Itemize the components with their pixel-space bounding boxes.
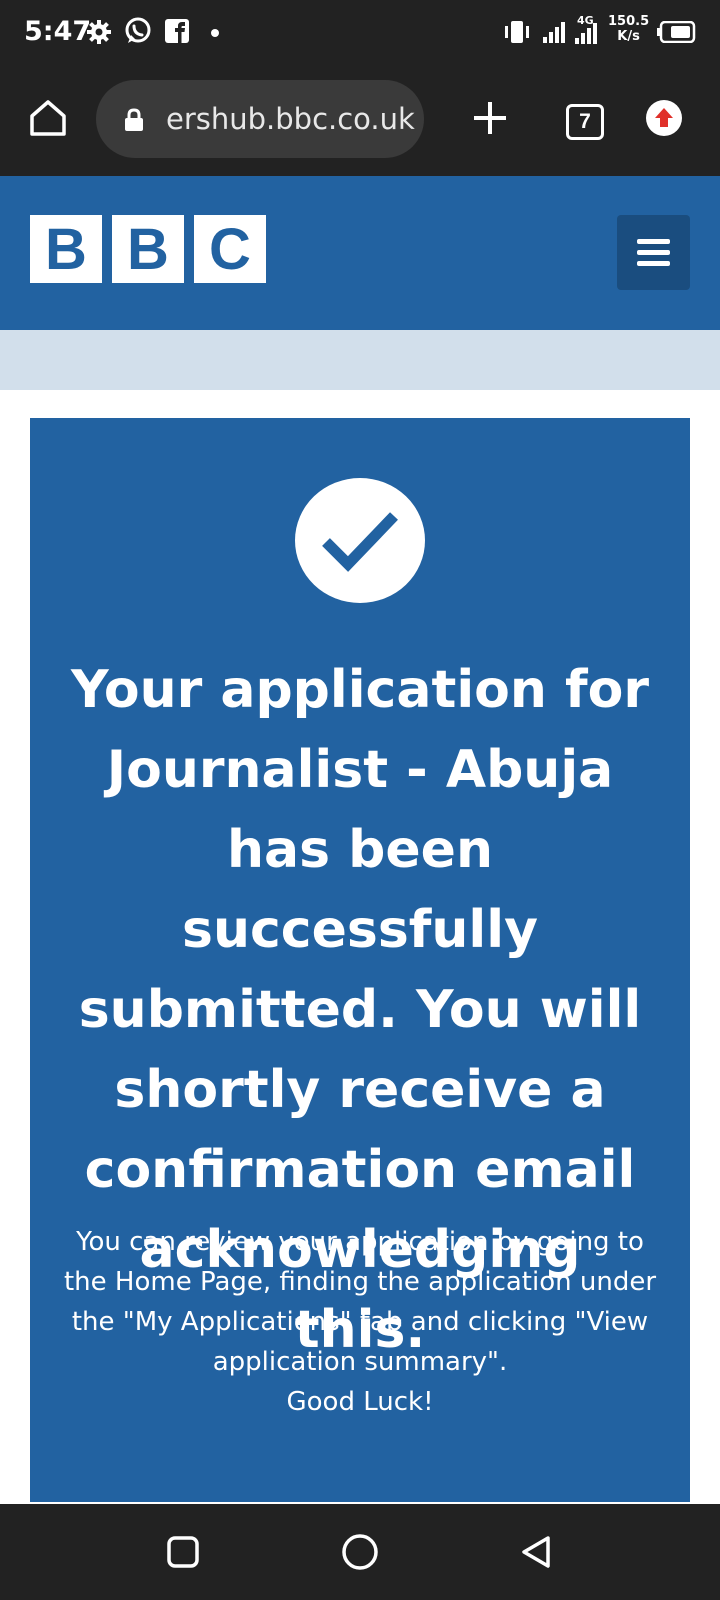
home-circle-icon[interactable] <box>340 1532 380 1572</box>
confirmation-instructions: You can review your application by going… <box>63 1227 657 1377</box>
home-icon[interactable] <box>26 96 70 140</box>
back-triangle-icon[interactable] <box>516 1532 556 1572</box>
logo-letter: B <box>30 215 102 283</box>
signal-4g-icon: 4G <box>575 14 597 44</box>
network-speed: 150.5 K/s <box>608 14 649 44</box>
lock-icon <box>125 108 143 131</box>
sub-navigation-band <box>0 330 720 390</box>
confirmation-panel: Your application for Journalist - Abuja … <box>30 418 690 1502</box>
signal-icon <box>543 22 565 43</box>
battery-icon <box>657 21 696 43</box>
browser-toolbar: ershub.bbc.co.uk 7 <box>0 66 720 176</box>
network-label: 4G <box>577 14 594 27</box>
site-header: B B C <box>0 176 720 330</box>
network-speed-value: 150.5 <box>608 14 650 29</box>
url-text[interactable]: ershub.bbc.co.uk <box>166 102 415 136</box>
whatsapp-icon <box>125 17 151 43</box>
facebook-icon <box>165 19 189 43</box>
status-bar: 5:47 4G 150.5 K/s <box>0 0 720 66</box>
update-icon <box>655 108 673 127</box>
status-time: 5:47 <box>24 16 92 47</box>
confirmation-message: You can review your application by going… <box>60 1222 660 1422</box>
system-navigation-bar <box>0 1504 720 1600</box>
logo-letter: B <box>112 215 184 283</box>
logo-letter: C <box>194 215 266 283</box>
bbc-logo[interactable]: B B C <box>30 215 266 283</box>
success-badge <box>295 478 425 603</box>
network-speed-unit: K/s <box>617 29 640 44</box>
recents-square-icon[interactable] <box>163 1532 203 1572</box>
plus-icon[interactable] <box>470 98 510 138</box>
dot-icon <box>211 29 219 37</box>
vibrate-icon <box>505 21 529 43</box>
confirmation-sign-off: Good Luck! <box>286 1387 434 1417</box>
address-bar[interactable]: ershub.bbc.co.uk <box>96 80 424 158</box>
gear-icon <box>87 20 111 44</box>
checkmark-icon <box>322 512 398 572</box>
update-button[interactable] <box>646 100 682 136</box>
menu-button[interactable] <box>617 215 690 290</box>
tab-count-button[interactable]: 7 <box>566 104 604 140</box>
